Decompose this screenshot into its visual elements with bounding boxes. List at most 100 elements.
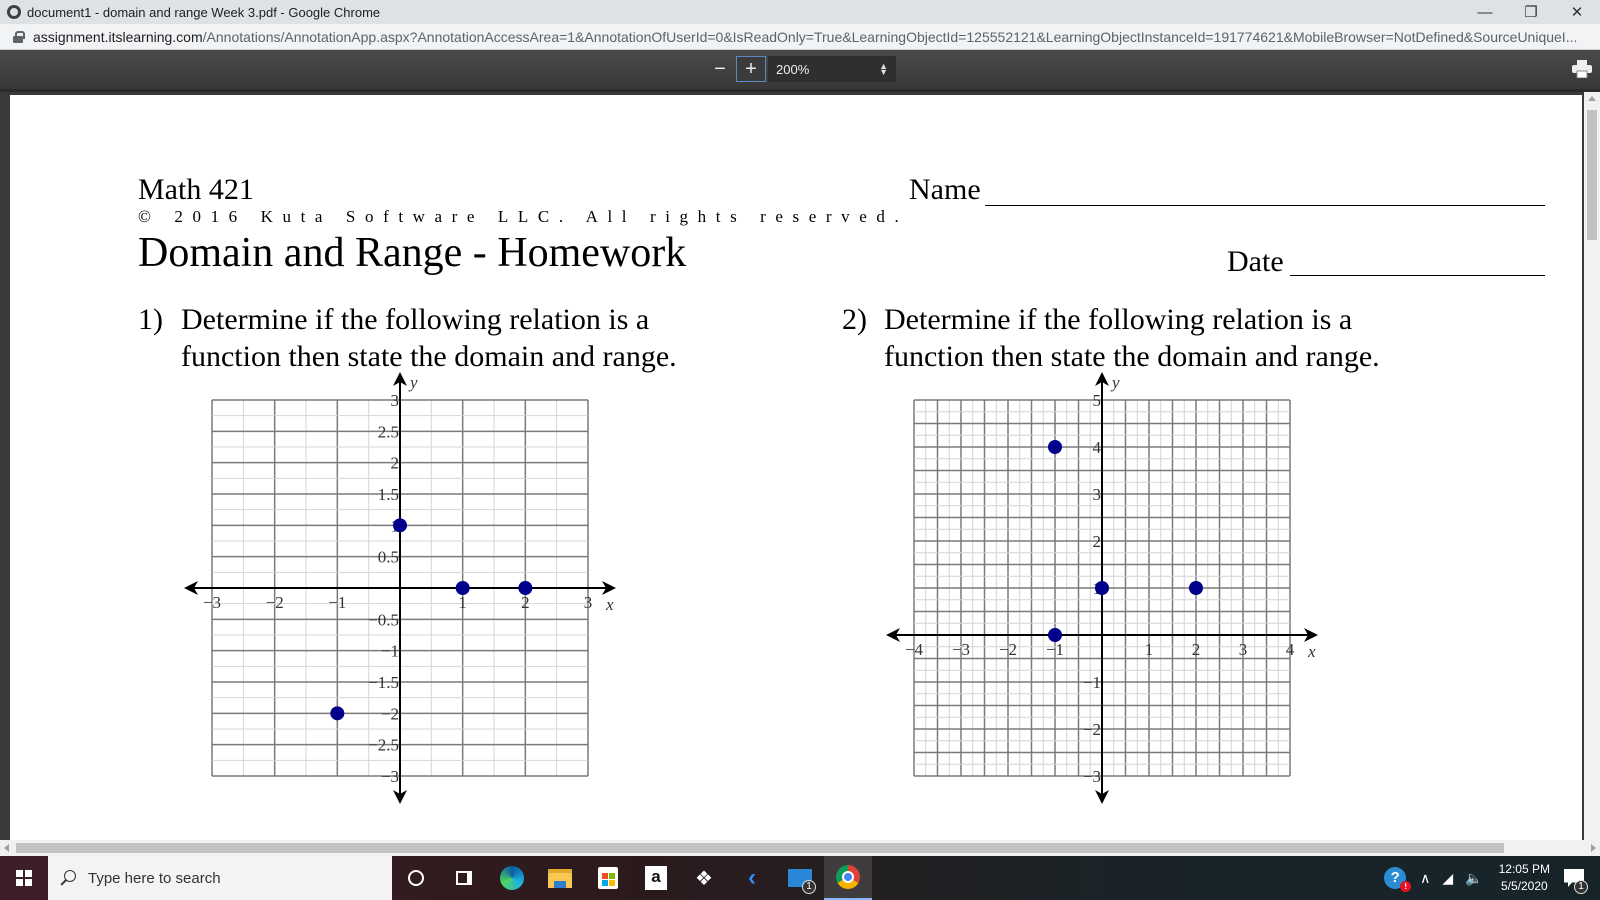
windows-taskbar: Type here to search a ❖ ‹ 1 ? ∧ ◢ 🔈 12:0… [0,856,1600,900]
windows-logo-icon [16,870,32,886]
task-view-button[interactable] [440,856,488,900]
data-point [1095,581,1109,595]
horizontal-scroll-thumb[interactable] [16,843,1504,853]
x-tick-label: 4 [1286,640,1295,659]
x-tick-label: −3 [952,640,970,659]
x-tick-label: −3 [203,593,221,612]
show-hidden-icons-chevron-icon[interactable]: ∧ [1420,870,1430,887]
y-tick-label: −2 [381,704,399,723]
dropbox-button[interactable]: ❖ [680,856,728,900]
search-placeholder: Type here to search [88,869,221,887]
name-line [985,205,1545,206]
edge-button[interactable] [488,856,536,900]
start-button[interactable] [0,856,48,900]
mail-button[interactable]: 1 [776,856,824,900]
question-2-number: 2) [842,303,867,336]
y-tick-label: −1 [381,642,399,661]
scroll-left-arrow-icon[interactable] [4,844,9,852]
restore-button[interactable]: ❐ [1508,0,1554,24]
x-tick-label: 1 [458,593,467,612]
copyright-notice: © 2016 Kuta Software LLC. All rights res… [138,207,909,226]
visual-studio-icon: ‹ [748,864,756,891]
scroll-up-arrow-icon[interactable] [1588,96,1596,101]
url-text[interactable]: assignment.itslearning.com/Annotations/A… [33,29,1577,45]
graph-question-1: xy−3−2−112332.521.510.5−0.5−1−1.5−2−2.5−… [184,372,616,804]
amazon-button[interactable]: a [632,856,680,900]
print-icon[interactable] [1572,60,1592,78]
updown-icon: ▲ ▼ [879,61,888,77]
y-tick-label: 1.5 [378,485,399,504]
scroll-right-arrow-icon[interactable] [1591,844,1596,852]
task-view-icon [456,871,472,885]
help-icon[interactable]: ? [1384,867,1412,892]
url-path: /Annotations/AnnotationApp.aspx?Annotati… [202,28,1578,45]
y-tick-label: −1 [1083,673,1101,692]
y-tick-label: 4 [1093,438,1102,457]
visual-studio-button[interactable]: ‹ [728,856,776,900]
x-tick-label: 1 [1145,640,1154,659]
clock[interactable]: 12:05 PM 5/5/2020 [1499,861,1550,895]
y-tick-label: 3 [391,391,400,410]
x-tick-label: −1 [328,593,346,612]
x-tick-label: −2 [266,593,284,612]
zoom-level-select[interactable]: 200% ▲ ▼ [768,56,896,82]
volume-icon[interactable]: 🔈 [1465,870,1482,887]
chrome-icon [836,865,860,889]
amazon-icon: a [645,866,667,890]
minimize-button[interactable]: — [1462,0,1508,24]
y-tick-label: −2.5 [368,736,399,755]
window-titlebar: document1 - domain and range Week 3.pdf … [0,0,1600,24]
clock-time: 12:05 PM [1498,862,1550,876]
data-point [393,518,407,533]
x-tick-label: 3 [584,593,593,612]
window-title: document1 - domain and range Week 3.pdf … [27,4,381,20]
taskbar-search[interactable]: Type here to search [48,856,392,900]
y-tick-label: 2 [391,454,400,473]
data-point [330,706,345,721]
x-tick-label: −4 [905,640,924,659]
question-2-text: Determine if the following relation is a… [884,303,1380,373]
dropbox-icon: ❖ [695,867,713,890]
zoom-out-button[interactable]: − [705,56,735,82]
data-point [518,581,533,595]
url-host: assignment.itslearning.com [33,28,203,45]
lock-icon [13,30,25,43]
pdf-viewer: Math 421 © 2016 Kuta Software LLC. All r… [0,92,1600,840]
x-axis-label: x [605,595,614,614]
x-tick-label: 3 [1239,640,1248,659]
y-tick-label: 3 [1093,485,1102,504]
data-point [1048,440,1062,454]
folder-icon [548,868,572,888]
wifi-icon[interactable]: ◢ [1442,870,1453,887]
y-tick-label: −0.5 [368,610,399,629]
vertical-scroll-thumb[interactable] [1587,110,1597,240]
course-name: Math 421 [138,173,254,206]
data-point [1189,581,1203,595]
system-tray: ? ∧ ◢ 🔈 12:05 PM 5/5/2020 1 [1384,856,1600,900]
close-button[interactable]: ✕ [1554,0,1600,24]
chrome-button[interactable] [824,856,872,900]
mail-badge: 1 [802,880,816,894]
document-title: Domain and Range - Homework [138,230,687,276]
pdf-toolbar: − + 200% ▲ ▼ [0,50,1600,92]
y-axis-label: y [408,373,418,392]
question-1-text: Determine if the following relation is a… [181,303,677,373]
address-bar[interactable]: assignment.itslearning.com/Annotations/A… [0,24,1600,50]
file-explorer-button[interactable] [536,856,584,900]
search-icon [60,870,76,886]
vertical-scrollbar[interactable] [1584,92,1600,840]
cortana-icon [408,870,424,886]
y-tick-label: 2 [1093,532,1102,551]
x-tick-label: −2 [999,640,1017,659]
cortana-button[interactable] [392,856,440,900]
y-tick-label: −2 [1083,720,1101,739]
store-button[interactable] [584,856,632,900]
pdf-page: Math 421 © 2016 Kuta Software LLC. All r… [10,95,1582,840]
x-tick-label: −1 [1046,640,1064,659]
horizontal-scrollbar[interactable] [0,840,1600,856]
x-axis-label: x [1307,642,1316,661]
y-tick-label: 0.5 [378,548,399,567]
date-label: Date [1227,245,1284,278]
zoom-in-button[interactable]: + [736,56,766,82]
y-tick-label: 2.5 [378,422,399,441]
